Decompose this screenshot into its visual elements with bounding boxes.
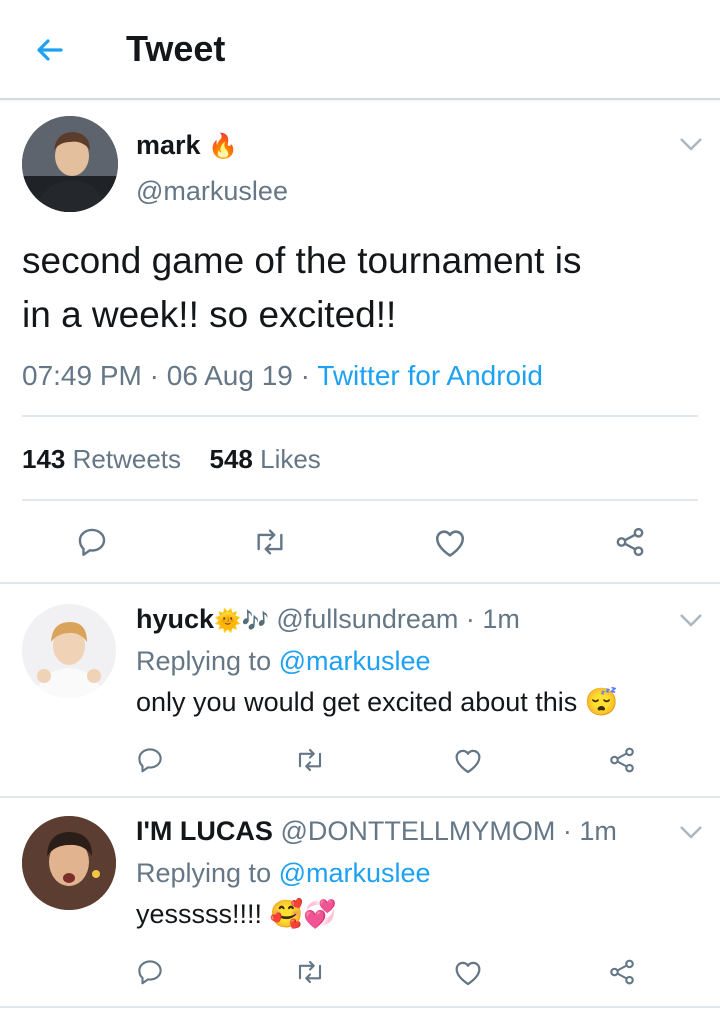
back-arrow-icon[interactable] <box>30 30 70 70</box>
separator-dot: · <box>300 360 310 391</box>
replying-to-link[interactable]: @markuslee <box>279 646 431 676</box>
separator-dot: · <box>149 360 159 391</box>
reply-text: only you would get excited about this <box>136 687 578 717</box>
retweets-stat[interactable]: 143 Retweets <box>22 444 188 474</box>
sun-music-emoji: 🌞🎶 <box>214 608 269 633</box>
chevron-down-icon[interactable] <box>678 612 704 628</box>
author-handle[interactable]: @markuslee <box>136 176 288 207</box>
likes-label: Likes <box>260 444 321 474</box>
like-heart-icon[interactable] <box>430 522 470 562</box>
author-handle[interactable]: @DONTTELLMYMOM <box>280 816 555 846</box>
like-heart-icon[interactable] <box>448 740 488 780</box>
tweet-source-link[interactable]: Twitter for Android <box>317 360 543 391</box>
tweet-date: 06 Aug 19 <box>166 360 293 391</box>
share-icon[interactable] <box>602 740 642 780</box>
reply-icon[interactable] <box>72 522 112 562</box>
avatar[interactable] <box>22 816 116 910</box>
author-name[interactable]: mark <box>136 130 201 160</box>
reply-time: 1m <box>482 604 520 634</box>
tweet-time: 07:49 PM <box>22 360 142 391</box>
avatar[interactable] <box>22 604 116 698</box>
tweet-text-line-2: in a week!! so excited!! <box>22 294 397 335</box>
page-title: Tweet <box>126 28 226 69</box>
likes-count: 548 <box>209 444 253 474</box>
author-name[interactable]: hyuck <box>136 604 214 634</box>
divider <box>22 499 698 501</box>
reply-text: yesssss!!!! <box>136 899 263 929</box>
replying-to-link[interactable]: @markuslee <box>279 858 431 888</box>
sleeping-face-emoji: 😴 <box>584 687 619 717</box>
share-icon[interactable] <box>610 522 650 562</box>
separator-dot: · <box>562 816 572 846</box>
chevron-down-icon[interactable] <box>678 136 704 152</box>
fire-emoji: 🔥 <box>208 133 238 160</box>
replying-to-label: Replying to <box>136 858 272 888</box>
likes-stat[interactable]: 548 Likes <box>209 444 320 474</box>
reply-icon[interactable] <box>130 952 170 992</box>
divider <box>22 415 698 417</box>
share-icon[interactable] <box>602 952 642 992</box>
retweets-label: Retweets <box>72 444 182 474</box>
chevron-down-icon[interactable] <box>678 824 704 840</box>
smiling-hearts-emoji: 🥰💞 <box>269 899 337 929</box>
tweet-text-line-1: second game of the tournament is <box>22 240 582 281</box>
author-name[interactable]: I'M LUCAS <box>136 816 273 846</box>
retweets-count: 143 <box>22 444 66 474</box>
divider <box>0 796 720 798</box>
retweet-icon[interactable] <box>290 952 330 992</box>
separator-dot: · <box>465 604 475 634</box>
like-heart-icon[interactable] <box>448 952 488 992</box>
retweet-icon[interactable] <box>250 522 290 562</box>
author-handle[interactable]: @fullsundream <box>276 604 458 634</box>
top-app-bar: Tweet <box>0 0 720 100</box>
reply-icon[interactable] <box>130 740 170 780</box>
avatar[interactable] <box>22 116 118 212</box>
reply-time: 1m <box>579 816 617 846</box>
replying-to-label: Replying to <box>136 646 272 676</box>
retweet-icon[interactable] <box>290 740 330 780</box>
divider <box>0 582 720 584</box>
divider <box>0 1006 720 1008</box>
